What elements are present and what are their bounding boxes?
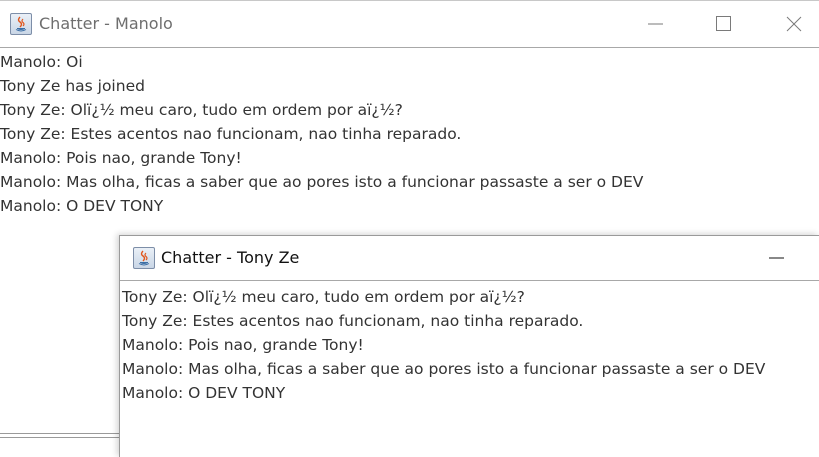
java-cup-icon[interactable] (10, 13, 32, 35)
minimize-icon[interactable] (754, 243, 800, 275)
chat-message: Tony Ze: Olï¿½ meu caro, tudo em ordem p… (122, 288, 525, 306)
java-cup-icon[interactable] (133, 247, 155, 269)
chat-message: Tony Ze: Olï¿½ meu caro, tudo em ordem p… (0, 101, 403, 119)
chat-message: Tony Ze: Estes acentos nao funcionam, na… (122, 312, 584, 330)
chat-message: Manolo: Pois nao, grande Tony! (122, 336, 364, 354)
minimize-icon[interactable] (633, 8, 679, 40)
chat-log[interactable]: Manolo: Oi Tony Ze has joined Tony Ze: O… (0, 50, 643, 218)
chat-message: Manolo: O DEV TONY (122, 384, 286, 402)
chat-message: Manolo: Mas olha, ficas a saber que ao p… (0, 173, 644, 191)
chat-message: Manolo: Pois nao, grande Tony! (0, 149, 242, 167)
chat-message: Tony Ze has joined (0, 77, 145, 95)
chat-log[interactable]: Tony Ze: Olï¿½ meu caro, tudo em ordem p… (122, 285, 765, 405)
window-title: Chatter - Tony Ze (161, 248, 300, 267)
chat-message: Tony Ze: Estes acentos nao funcionam, na… (0, 125, 462, 143)
chat-message: Manolo: Mas olha, ficas a saber que ao p… (122, 360, 766, 378)
chatter-window-tony: Chatter - Tony Ze Tony Ze: Olï¿½ meu car… (119, 235, 819, 457)
window-title: Chatter - Manolo (39, 14, 173, 33)
title-bar[interactable]: Chatter - Tony Ze (120, 236, 819, 281)
title-bar[interactable]: Chatter - Manolo (0, 1, 819, 48)
split-divider[interactable] (0, 433, 119, 438)
chat-message: Manolo: O DEV TONY (0, 197, 164, 215)
maximize-icon[interactable] (701, 8, 747, 40)
chat-message: Manolo: Oi (0, 53, 83, 71)
close-icon[interactable] (771, 8, 817, 40)
